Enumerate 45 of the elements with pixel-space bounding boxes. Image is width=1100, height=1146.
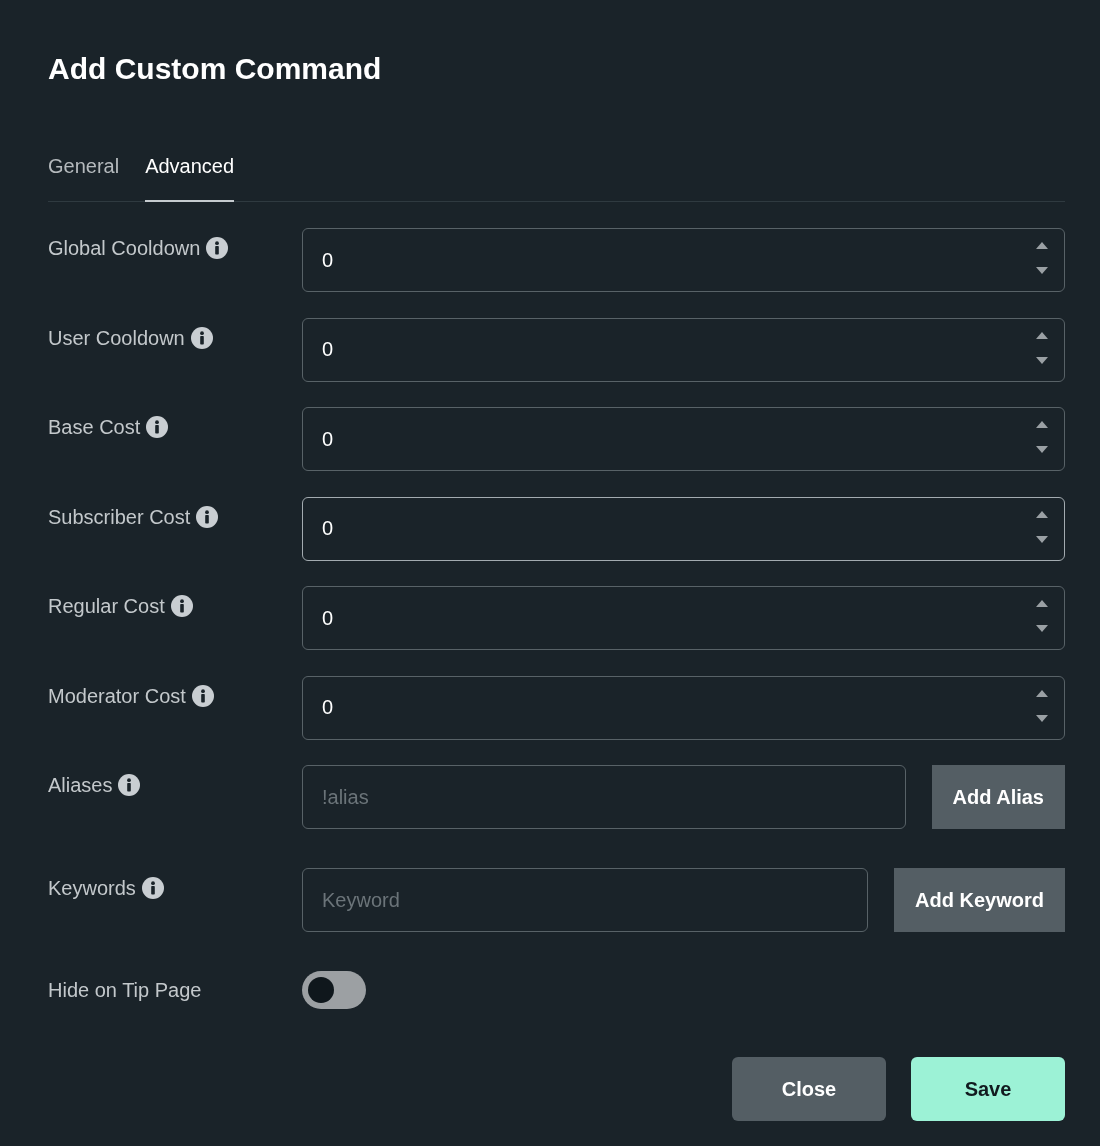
field-label: Base Cost — [48, 415, 141, 439]
caret-down-icon[interactable] — [1036, 446, 1048, 453]
caret-down-icon[interactable] — [1036, 267, 1048, 274]
save-button[interactable]: Save — [911, 1057, 1065, 1121]
number-field[interactable]: 0 — [302, 228, 1065, 292]
caret-down-icon[interactable] — [1036, 535, 1048, 543]
caret-up-icon[interactable] — [1036, 689, 1048, 697]
caret-up-icon[interactable] — [1036, 600, 1048, 607]
info-icon[interactable] — [206, 237, 229, 259]
tab[interactable]: Advanced — [145, 142, 235, 202]
field-label: Moderator Cost — [48, 683, 186, 708]
caret-up-icon[interactable] — [1036, 242, 1048, 249]
field-label: Keywords — [48, 876, 136, 900]
field-label: Hide on Tip Page — [48, 978, 202, 1002]
number-field[interactable]: 0 — [302, 317, 1065, 382]
info-icon[interactable] — [146, 416, 169, 438]
field-label: Global Cooldown — [48, 236, 201, 260]
info-icon[interactable] — [190, 326, 213, 349]
text-field[interactable]: Keyword — [302, 868, 869, 932]
info-icon[interactable] — [191, 684, 214, 707]
caret-up-icon[interactable] — [1036, 421, 1048, 428]
number-field[interactable]: 0 — [302, 586, 1065, 650]
close-button[interactable]: Close — [732, 1057, 886, 1121]
caret-up-icon[interactable] — [1036, 510, 1048, 518]
number-field[interactable]: 0 — [302, 407, 1065, 471]
info-icon[interactable] — [170, 595, 193, 617]
caret-down-icon[interactable] — [1036, 714, 1048, 722]
field-label: Subscriber Cost — [48, 504, 191, 529]
caret-up-icon[interactable] — [1036, 331, 1048, 339]
toggle-switch[interactable] — [302, 971, 366, 1009]
add-button[interactable]: Add Keyword — [894, 868, 1065, 932]
tab[interactable]: General — [48, 142, 120, 202]
field-label: User Cooldown — [48, 325, 185, 350]
number-field[interactable]: 0 — [302, 675, 1065, 740]
add-button[interactable]: Add Alias — [931, 765, 1065, 829]
field-label: Aliases — [48, 773, 113, 797]
field-label: Regular Cost — [48, 594, 165, 618]
info-icon[interactable] — [141, 877, 164, 899]
info-icon[interactable] — [118, 774, 141, 796]
caret-down-icon[interactable] — [1036, 356, 1048, 364]
caret-down-icon[interactable] — [1036, 625, 1048, 632]
info-icon[interactable] — [196, 505, 219, 528]
number-field[interactable]: 0 — [302, 496, 1065, 561]
dialog-title: Add Custom Command — [48, 51, 382, 87]
text-field[interactable]: !alias — [302, 765, 906, 829]
